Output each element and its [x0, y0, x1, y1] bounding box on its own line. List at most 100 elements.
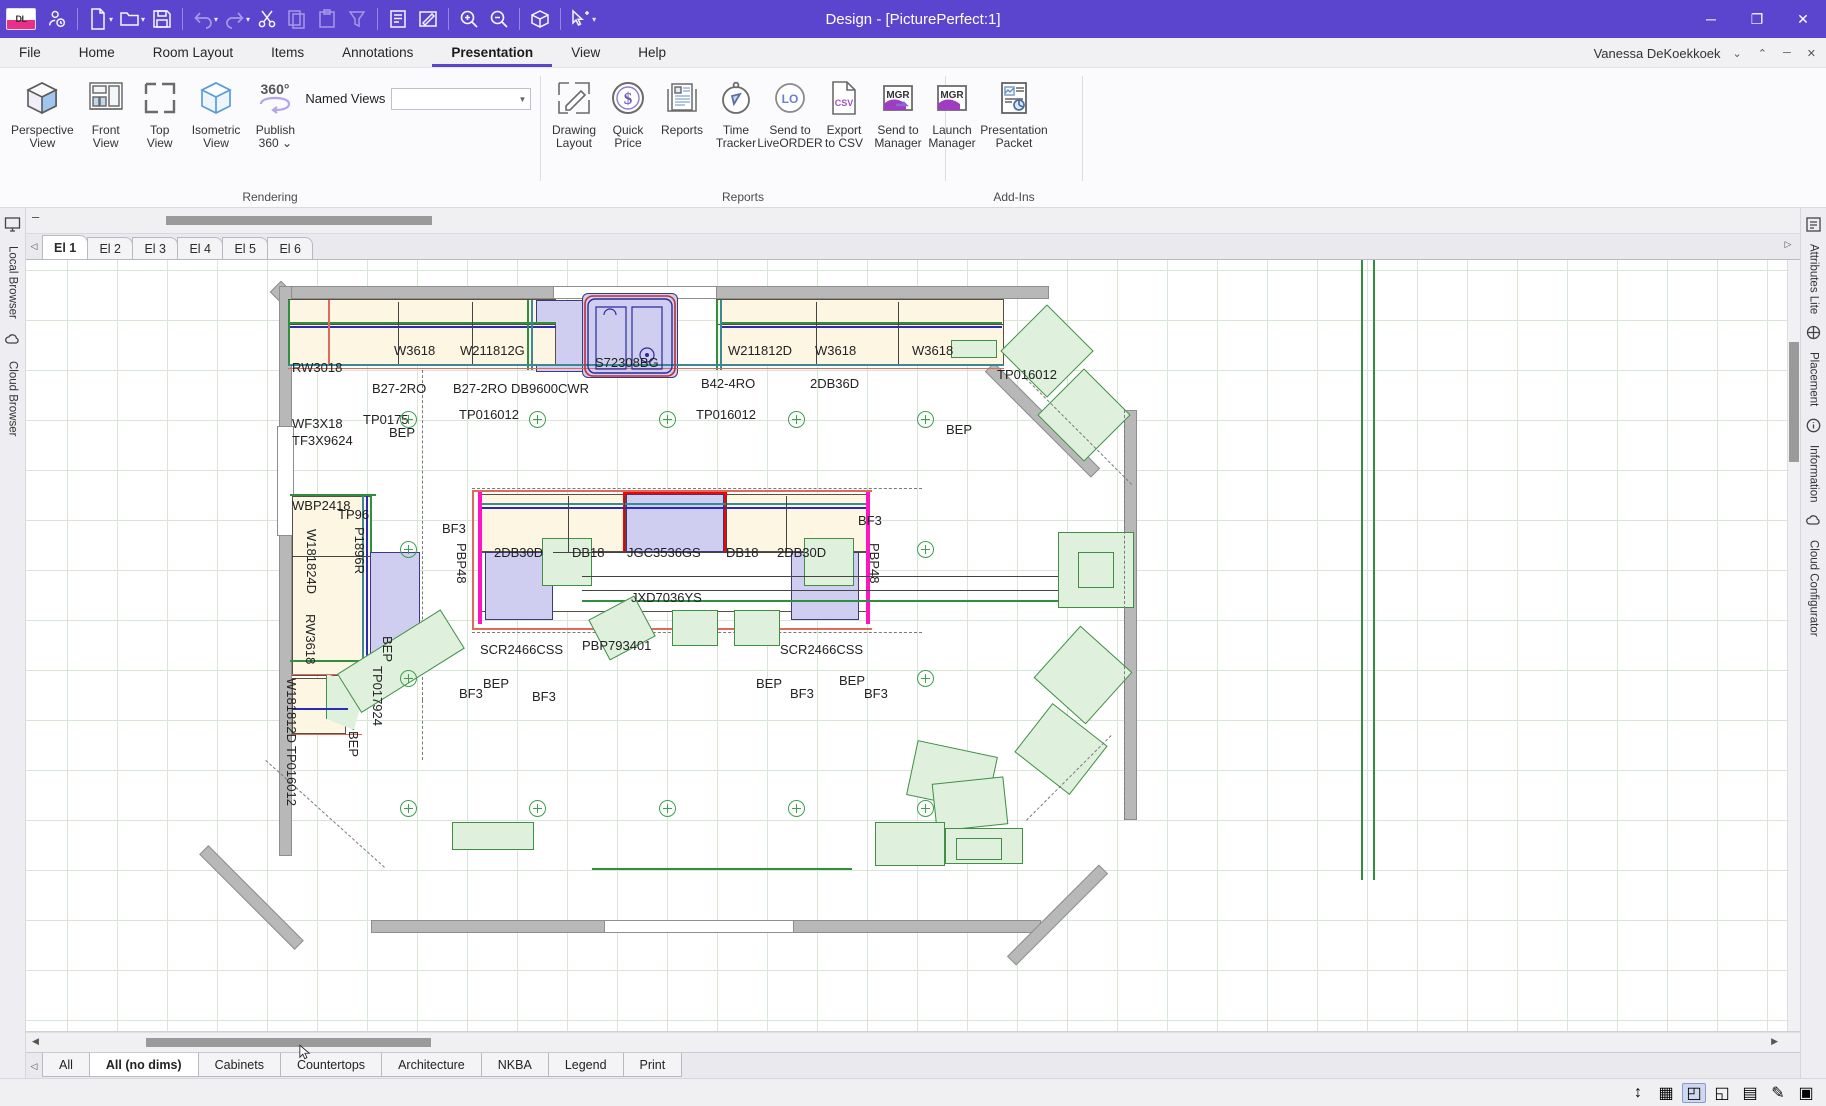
named-views-dropdown[interactable]: ▼: [391, 88, 532, 110]
sidebar-item-placement[interactable]: Placement: [1804, 346, 1824, 412]
plan-marker-icon: [400, 411, 417, 428]
view-tabs-scroll-left[interactable]: ◁: [26, 1053, 42, 1079]
chevron-down-icon[interactable]: ▾: [109, 15, 113, 24]
zoom-out-icon[interactable]: [484, 4, 514, 34]
sidebar-item-cloud-configurator[interactable]: Cloud Configurator: [1804, 534, 1824, 643]
tab-architecture[interactable]: Architecture: [381, 1053, 482, 1077]
furniture-item-11[interactable]: [452, 822, 534, 850]
tab-print[interactable]: Print: [622, 1053, 683, 1077]
customize-caret-icon[interactable]: ▾: [592, 15, 596, 24]
delete-icon[interactable]: [342, 4, 372, 34]
elevation-tabs-scroll-left[interactable]: ◁: [26, 233, 42, 259]
elevation-tabs-scroll-right[interactable]: ▷: [1780, 231, 1796, 257]
grid-toggle-icon[interactable]: ▦: [1654, 1083, 1678, 1103]
tab-all-no-dims[interactable]: All (no dims): [88, 1053, 199, 1077]
tab-room-layout[interactable]: Room Layout: [134, 38, 252, 67]
minimize-button[interactable]: ─: [1688, 0, 1734, 38]
tab-all[interactable]: All: [42, 1053, 90, 1077]
edit-drawing-icon[interactable]: [413, 4, 443, 34]
send-to-manager-button[interactable]: MGR Send to Manager: [871, 74, 925, 152]
sidebar-item-information[interactable]: Information: [1804, 439, 1824, 509]
tab-el-6[interactable]: El 6: [267, 237, 314, 259]
placement-icon: [1805, 324, 1823, 342]
scroll-right-arrow[interactable]: ▶: [1771, 1036, 1778, 1047]
wall-diagonal-bl: [199, 845, 304, 950]
stool-2[interactable]: [672, 610, 718, 646]
box-3d-icon[interactable]: [525, 4, 555, 34]
sidebar-item-attributes-lite[interactable]: Attributes Lite: [1804, 238, 1824, 320]
stool-3[interactable]: [734, 610, 780, 646]
time-tracker-button[interactable]: Time Tracker: [709, 74, 763, 152]
furniture-item-3-inner[interactable]: [1078, 552, 1114, 588]
chevron-down-icon[interactable]: ▾: [141, 15, 145, 24]
copy-icon[interactable]: [282, 4, 312, 34]
tab-items[interactable]: Items: [252, 38, 323, 67]
reports-button[interactable]: Reports: [655, 74, 709, 139]
tab-legend[interactable]: Legend: [547, 1053, 624, 1077]
furniture-item-8[interactable]: [875, 822, 945, 866]
maximize-button[interactable]: ❐: [1734, 0, 1780, 38]
tab-el-4[interactable]: El 4: [177, 237, 224, 259]
publish-360-button[interactable]: 360° Publish 360 ⌄: [246, 74, 304, 152]
tab-cabinets[interactable]: Cabinets: [197, 1053, 281, 1077]
scrollbar-thumb[interactable]: [146, 1038, 431, 1047]
detail-line: [292, 708, 348, 710]
chevron-down-icon[interactable]: ▾: [214, 15, 218, 24]
paste-icon[interactable]: [312, 4, 342, 34]
collapse-icon[interactable]: –: [32, 209, 39, 224]
tab-help[interactable]: Help: [619, 38, 685, 67]
tab-presentation[interactable]: Presentation: [432, 38, 552, 67]
floor-plan-canvas[interactable]: RW3018 W3618 W211812G S72308BG B27-2RO B27-2R…: [26, 260, 1800, 1032]
save-icon[interactable]: [147, 4, 177, 34]
document-minimize-button[interactable]: ⌃: [1754, 47, 1771, 60]
top-horizontal-scrollbar[interactable]: –: [26, 208, 1800, 234]
tab-file[interactable]: File: [0, 38, 60, 67]
user-chevron-down-icon[interactable]: ⌄: [1729, 47, 1746, 60]
tab-el-2[interactable]: El 2: [87, 237, 134, 259]
view-mode-5-icon[interactable]: ▣: [1794, 1083, 1818, 1103]
cut-icon[interactable]: [252, 4, 282, 34]
tab-el-3[interactable]: El 3: [132, 237, 179, 259]
zoom-in-icon[interactable]: [454, 4, 484, 34]
scrollbar-thumb[interactable]: [1789, 342, 1799, 462]
tab-nkba[interactable]: NKBA: [480, 1053, 549, 1077]
document-close-button[interactable]: ✕: [1803, 47, 1820, 60]
quick-price-button[interactable]: $ Quick Price: [601, 74, 655, 152]
resize-handle-icon[interactable]: ↕: [1626, 1083, 1650, 1103]
tab-view[interactable]: View: [552, 38, 619, 67]
sidebar-item-cloud-browser[interactable]: Cloud Browser: [3, 355, 23, 442]
perspective-view-button[interactable]: Perspective View: [6, 74, 79, 152]
top-view-button[interactable]: Top View: [133, 74, 187, 152]
view-mode-3-icon[interactable]: ▤: [1738, 1083, 1762, 1103]
sidebar-item-local-browser[interactable]: Local Browser: [3, 240, 23, 325]
drawing-layout-button[interactable]: Drawing Layout: [547, 74, 601, 152]
send-to-liveorder-button[interactable]: LO Send to LiveORDER: [757, 74, 823, 152]
cooktop-element[interactable]: [951, 340, 997, 358]
isometric-view-button[interactable]: Isometric View: [187, 74, 246, 152]
chevron-down-icon[interactable]: ▾: [246, 15, 250, 24]
furniture-item-9-inner[interactable]: [956, 838, 1002, 860]
front-elevation-icon: [85, 76, 127, 120]
tab-el-5[interactable]: El 5: [222, 237, 269, 259]
view-mode-2-icon[interactable]: ◱: [1710, 1083, 1734, 1103]
export-to-csv-button[interactable]: CSV Export to CSV: [817, 74, 871, 152]
button-line2: View: [92, 136, 119, 150]
document-restore-button[interactable]: ─: [1779, 47, 1795, 59]
tab-countertops[interactable]: Countertops: [279, 1053, 383, 1077]
canvas-vertical-scrollbar[interactable]: [1787, 260, 1800, 1031]
close-button[interactable]: ✕: [1780, 0, 1826, 38]
presentation-packet-button[interactable]: Presentation Packet: [975, 74, 1052, 152]
tab-el-1[interactable]: El 1: [42, 235, 89, 259]
tab-home[interactable]: Home: [60, 38, 134, 67]
scroll-left-arrow[interactable]: ◀: [32, 1036, 39, 1047]
view-mode-1-icon[interactable]: ◰: [1682, 1082, 1706, 1103]
view-mode-4-icon[interactable]: ✎: [1766, 1083, 1790, 1103]
front-view-button[interactable]: Front View: [79, 74, 133, 152]
scrollbar-thumb[interactable]: [166, 216, 432, 225]
customer-icon[interactable]: [42, 4, 72, 34]
furniture-item-5[interactable]: [1014, 703, 1108, 795]
tab-annotations[interactable]: Annotations: [323, 38, 432, 67]
plan-label: W3618: [912, 343, 954, 358]
list-icon[interactable]: [383, 4, 413, 34]
canvas-horizontal-scrollbar[interactable]: ◀ ▶: [26, 1032, 1800, 1052]
